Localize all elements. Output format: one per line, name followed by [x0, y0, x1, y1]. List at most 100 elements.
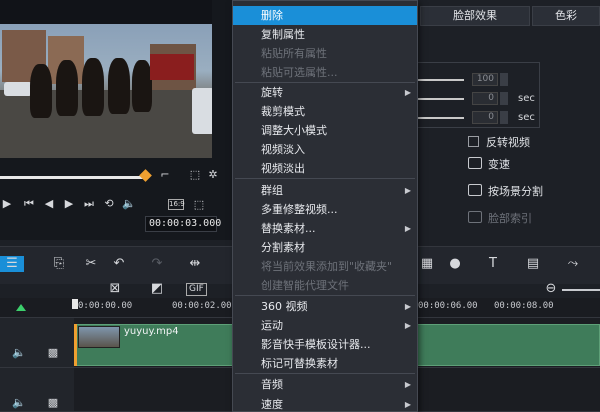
- clip-thumbnail: [78, 326, 120, 348]
- title-icon[interactable]: T: [484, 256, 502, 272]
- go-start-icon[interactable]: ⏮: [22, 197, 36, 211]
- menu-separator: [235, 178, 415, 179]
- menu-item[interactable]: 影音快手模板设计器...: [233, 335, 417, 354]
- menu-item[interactable]: 调整大小模式: [233, 121, 417, 140]
- add-media-icon[interactable]: ⎘: [50, 256, 68, 272]
- menu-item[interactable]: 360 视频 ▶: [233, 297, 417, 316]
- redo-icon[interactable]: ↷: [148, 256, 166, 272]
- menu-item-label: 调整大小模式: [261, 124, 327, 137]
- menu-item[interactable]: 多重修整视频...: [233, 200, 417, 219]
- snapshot-icon[interactable]: ⬚: [188, 168, 202, 182]
- menu-item-label: 音频: [261, 378, 283, 391]
- speed-change-label[interactable]: 变速: [488, 156, 510, 172]
- reverse-video-label: 反转视频: [486, 136, 530, 149]
- attribute-value-field[interactable]: 100: [472, 73, 498, 86]
- fade-out-field[interactable]: 0: [472, 111, 498, 124]
- submenu-arrow-icon: ▶: [404, 186, 411, 195]
- scrubber-track[interactable]: [0, 176, 146, 179]
- spin-arrow-icon[interactable]: [500, 73, 508, 86]
- color-icon[interactable]: ●: [446, 256, 464, 272]
- menu-item-label: 粘贴所有属性: [261, 47, 327, 60]
- go-end-icon[interactable]: ⏭: [82, 197, 96, 211]
- settings-icon[interactable]: ✲: [206, 168, 220, 182]
- unit-label: sec: [518, 93, 535, 104]
- speed-icon[interactable]: [468, 157, 482, 169]
- tab-face-effects[interactable]: 脸部效果: [420, 6, 530, 26]
- menu-item-label: 视频淡入: [261, 143, 305, 156]
- crop-tool-icon[interactable]: ⊠: [106, 281, 124, 297]
- scene-split-icon[interactable]: [468, 184, 482, 196]
- track-visibility-icon[interactable]: ▩: [46, 346, 60, 360]
- menu-item-label: 标记可替换素材: [261, 357, 338, 370]
- repeat-icon[interactable]: ⟲: [102, 197, 116, 211]
- menu-item[interactable]: 替换素材... ▶: [233, 219, 417, 238]
- context-menu: 删除复制属性粘贴所有属性 粘贴可选属性... 旋转 ▶ 裁剪模式调整大小模式 视频淡入视频…: [232, 0, 418, 412]
- menu-item[interactable]: 分割素材: [233, 238, 417, 257]
- tick-label: 00:00:06.00: [418, 301, 478, 311]
- attribute-slider[interactable]: [418, 79, 464, 81]
- video-preview[interactable]: [0, 24, 212, 158]
- zoom-slider[interactable]: [562, 289, 600, 291]
- face-index-label: 脸部索引: [488, 212, 532, 225]
- tools-icon[interactable]: ✂: [82, 256, 100, 272]
- submenu-arrow-icon: ▶: [404, 400, 411, 409]
- clip-trim-handle[interactable]: [74, 324, 77, 366]
- menu-item[interactable]: 复制属性: [233, 25, 417, 44]
- submenu-arrow-icon: ▶: [404, 88, 411, 97]
- submenu-arrow-icon: ▶: [404, 224, 411, 233]
- zoom-out-icon[interactable]: ⊖: [542, 281, 560, 297]
- unit-label: sec: [518, 112, 535, 123]
- menu-item[interactable]: 裁剪模式: [233, 102, 417, 121]
- menu-item[interactable]: 运动 ▶: [233, 316, 417, 335]
- menu-item[interactable]: 音频 ▶: [233, 375, 417, 394]
- mask-tool-icon[interactable]: ◩: [148, 281, 166, 297]
- menu-item-label: 群组: [261, 184, 283, 197]
- menu-item: 将当前效果添加到"收藏夹": [233, 257, 417, 276]
- next-frame-icon[interactable]: ▶: [62, 197, 76, 211]
- motion-icon[interactable]: ⤳: [564, 256, 582, 272]
- trim-mark-icon[interactable]: ⌐: [158, 168, 172, 182]
- fade-in-field[interactable]: 0: [472, 92, 498, 105]
- menu-item[interactable]: 速度 ▶: [233, 395, 417, 412]
- split-by-scene-label[interactable]: 按场景分割: [488, 183, 543, 199]
- menu-item[interactable]: 视频淡入: [233, 140, 417, 159]
- video-track-header: [0, 318, 74, 368]
- fade-in-slider[interactable]: [418, 98, 464, 100]
- track-audio-icon[interactable]: 🔈: [12, 396, 26, 410]
- menu-item: 粘贴所有属性: [233, 44, 417, 63]
- track-marker-icon[interactable]: [16, 304, 26, 311]
- subtitle-icon[interactable]: ▦: [418, 256, 436, 272]
- clip-name: yuyuy.mp4: [124, 326, 179, 337]
- reverse-video-checkbox[interactable]: [468, 136, 479, 147]
- menu-item-label: 影音快手模板设计器...: [261, 338, 371, 351]
- tick-label: 00:00:02.00: [172, 301, 232, 311]
- aspect-ratio-button[interactable]: 16:9: [168, 199, 185, 210]
- undo-icon[interactable]: ↶: [110, 256, 128, 272]
- fullscreen-icon[interactable]: ⬚: [192, 198, 206, 212]
- tab-color[interactable]: 色彩: [532, 6, 600, 26]
- menu-item[interactable]: 视频淡出: [233, 159, 417, 178]
- menu-item[interactable]: 群组 ▶: [233, 181, 417, 200]
- spin-arrow-icon[interactable]: [500, 111, 508, 124]
- menu-item-label: 粘贴可选属性...: [261, 66, 338, 79]
- track-visibility-icon[interactable]: ▩: [46, 396, 60, 410]
- menu-item[interactable]: 删除: [233, 6, 417, 25]
- menu-item[interactable]: 旋转 ▶: [233, 83, 417, 102]
- menu-item[interactable]: 标记可替换素材: [233, 354, 417, 373]
- fit-timeline-icon[interactable]: ⇹: [186, 256, 204, 272]
- fade-out-slider[interactable]: [418, 117, 464, 119]
- storyboard-view-icon[interactable]: ☰: [0, 256, 24, 272]
- prev-frame-icon[interactable]: ◀: [42, 197, 56, 211]
- gif-button[interactable]: GIF: [186, 283, 207, 296]
- menu-item-label: 裁剪模式: [261, 105, 305, 118]
- menu-item-label: 替换素材...: [261, 222, 316, 235]
- track-audio-icon[interactable]: 🔈: [12, 346, 26, 360]
- play-icon[interactable]: ▶: [0, 197, 14, 211]
- submenu-arrow-icon: ▶: [404, 380, 411, 389]
- volume-icon[interactable]: 🔈: [122, 197, 136, 211]
- menu-item-label: 分割素材: [261, 241, 305, 254]
- timecode-display[interactable]: 00:00:03.000: [145, 216, 221, 232]
- menu-item-label: 删除: [261, 9, 283, 22]
- grid-icon[interactable]: ▤: [524, 256, 542, 272]
- spin-arrow-icon[interactable]: [500, 92, 508, 105]
